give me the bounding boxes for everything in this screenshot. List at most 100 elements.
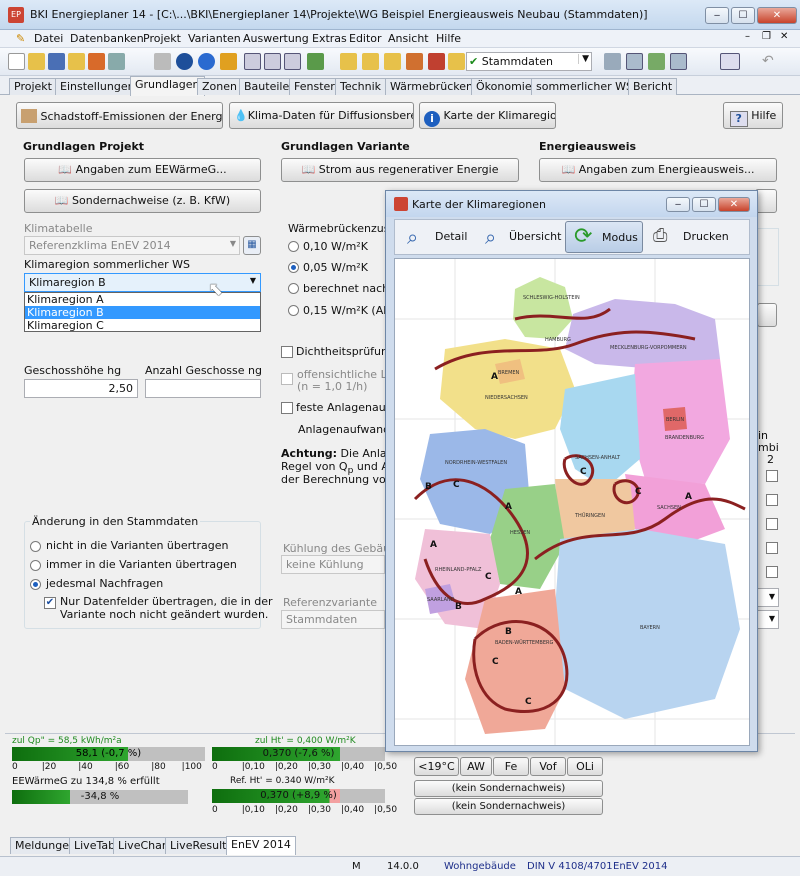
sondernachweis-1[interactable]: (kein Sondernachweis) (414, 780, 603, 797)
copy-icon[interactable] (604, 53, 621, 70)
anzahl-input[interactable] (145, 379, 261, 398)
import-icon[interactable] (108, 53, 125, 70)
tab-sommerlicher-ws[interactable]: sommerlicher WS (531, 78, 638, 95)
tab-fenster[interactable]: Fenster (289, 78, 340, 95)
new-icon[interactable] (8, 53, 25, 70)
strom-regenerativ-button[interactable]: 📖 Strom aus regenerativer Energie (281, 158, 519, 182)
export-icon[interactable] (88, 53, 105, 70)
grid-icon[interactable] (284, 53, 301, 70)
geschoss-input[interactable]: 2,50 (24, 379, 138, 398)
menu-hilfe[interactable]: Hilfe (436, 32, 461, 45)
menu-editor[interactable]: Editor (349, 32, 382, 45)
feste-anlagen-checkbox[interactable] (281, 402, 293, 414)
btn-vof[interactable]: Vof (530, 757, 566, 776)
b-icon[interactable] (626, 53, 643, 70)
dichtheit-checkbox[interactable] (281, 346, 293, 358)
key-icon[interactable] (220, 53, 237, 70)
klimaregion-select[interactable]: Klimaregion B ▼ (24, 273, 261, 292)
variant-select[interactable]: ✔ Stammdaten ▼ (466, 52, 592, 71)
option-klimaregion-a[interactable]: Klimaregion A (25, 293, 260, 306)
menu-datei[interactable]: Datei (34, 32, 63, 45)
chart-icon[interactable] (244, 53, 261, 70)
klimatabelle-table-button[interactable]: ▦ (243, 236, 261, 255)
nur-datenfelder-checkbox[interactable]: ✔ (44, 597, 56, 609)
folder-icon[interactable] (68, 53, 85, 70)
right-button-partial[interactable] (755, 189, 777, 213)
right-checkbox-3[interactable] (766, 518, 778, 530)
popup-maximize-button[interactable]: ☐ (692, 197, 716, 212)
menu-projekt[interactable]: Projekt (143, 32, 181, 45)
drucken-button[interactable]: ⎙ Drucken (647, 223, 743, 251)
mdi-minimize-button[interactable]: – (745, 31, 750, 42)
popup-close-button[interactable]: ✕ (718, 197, 750, 212)
s-icon[interactable] (670, 53, 687, 70)
radio-wb-010[interactable] (288, 241, 299, 252)
menu-varianten[interactable]: Varianten (188, 32, 241, 45)
mdi-close-button[interactable]: ✕ (780, 31, 788, 42)
variant-copy-icon[interactable] (362, 53, 379, 70)
open-icon[interactable] (28, 53, 45, 70)
tab-zonen[interactable]: Zonen (197, 78, 242, 95)
panel-icon[interactable] (720, 53, 740, 70)
close-button[interactable]: ✕ (757, 7, 797, 24)
sondernachweise-button[interactable]: 📖 Sondernachweise (z. B. KfW) (24, 189, 261, 213)
radio-nicht-uebertragen[interactable] (30, 541, 41, 552)
menu-auswertung[interactable]: Auswertung (243, 32, 309, 45)
tab-bericht[interactable]: Bericht (628, 78, 678, 95)
undo-icon[interactable]: ↶ (762, 53, 779, 70)
btn-aw[interactable]: AW (460, 757, 492, 776)
tab-projekt[interactable]: Projekt (9, 78, 57, 95)
variant-add-icon[interactable] (340, 53, 357, 70)
tab-technik[interactable]: Technik (335, 78, 387, 95)
variant-remove-icon[interactable] (428, 53, 445, 70)
option-klimaregion-c[interactable]: Klimaregion C (25, 319, 260, 332)
minimize-button[interactable]: ‒ (705, 7, 729, 24)
help-icon[interactable] (176, 53, 193, 70)
radio-wb-015[interactable] (288, 305, 299, 316)
right-checkbox-4[interactable] (766, 542, 778, 554)
radio-wb-005[interactable] (288, 262, 299, 273)
btn-19c[interactable]: <19°C (414, 757, 459, 776)
variant-delete-icon[interactable] (406, 53, 423, 70)
right-select-2[interactable]: ▼ (757, 610, 779, 629)
maximize-button[interactable]: ☐ (731, 7, 755, 24)
sondernachweis-2[interactable]: (kein Sondernachweis) (414, 798, 603, 815)
detail-button[interactable]: ⌕ Detail (401, 223, 481, 251)
right-select-1[interactable]: ▼ (757, 588, 779, 607)
right-button-partial-2[interactable] (757, 303, 777, 327)
info-icon[interactable] (198, 53, 215, 70)
modus-button[interactable]: ⟳ Modus (565, 221, 643, 253)
btn-oli[interactable]: OLi (567, 757, 603, 776)
offensichtlich-checkbox[interactable] (281, 373, 293, 385)
menu-ansicht[interactable]: Ansicht (388, 32, 429, 45)
variant-lock-icon[interactable] (448, 53, 465, 70)
map-toggle-icon[interactable] (307, 53, 324, 70)
climate-data-button[interactable]: 💧Klima-Daten für Diffusionsberechnung (229, 102, 414, 129)
radio-immer-uebertragen[interactable] (30, 560, 41, 571)
mdi-restore-button[interactable]: ❐ (762, 31, 771, 42)
climate-map-button[interactable]: i Karte der Klimaregionen (419, 102, 556, 129)
uebersicht-button[interactable]: ⌕ Übersicht (481, 223, 565, 251)
energieausweis-button[interactable]: 📖 Angaben zum Energieausweis... (539, 158, 777, 182)
tab-grundlagen[interactable]: Grundlagen (130, 76, 205, 96)
eewaermeg-button[interactable]: 📖 Angaben zum EEWärmeG... (24, 158, 261, 182)
tab-einstellungen[interactable]: Einstellungen (55, 78, 140, 95)
tab-oekonomie[interactable]: Ökonomie (471, 78, 537, 95)
tab-enev-2014[interactable]: EnEV 2014 (226, 836, 296, 855)
btn-fe[interactable]: Fe (493, 757, 529, 776)
chevron-down-icon[interactable]: ▼ (578, 54, 589, 64)
house-icon[interactable] (648, 53, 665, 70)
popup-minimize-button[interactable]: ‒ (666, 197, 690, 212)
radio-wb-berechnet[interactable] (288, 283, 299, 294)
save-icon[interactable] (48, 53, 65, 70)
emissions-button[interactable]: Schadstoff-Emissionen der Energieträger (16, 102, 223, 129)
climate-map[interactable]: A B C A C A A B C C C A C B SCHLESWIG-HO… (394, 258, 750, 746)
menu-extras[interactable]: Extras (312, 32, 347, 45)
tab-waermebruecken[interactable]: Wärmebrücken (385, 78, 478, 95)
right-checkbox-1[interactable] (766, 470, 778, 482)
right-checkbox-5[interactable] (766, 566, 778, 578)
calculator-icon[interactable] (154, 53, 171, 70)
tab-bauteile[interactable]: Bauteile (239, 78, 295, 95)
right-checkbox-2[interactable] (766, 494, 778, 506)
option-klimaregion-b[interactable]: Klimaregion B (25, 306, 260, 319)
